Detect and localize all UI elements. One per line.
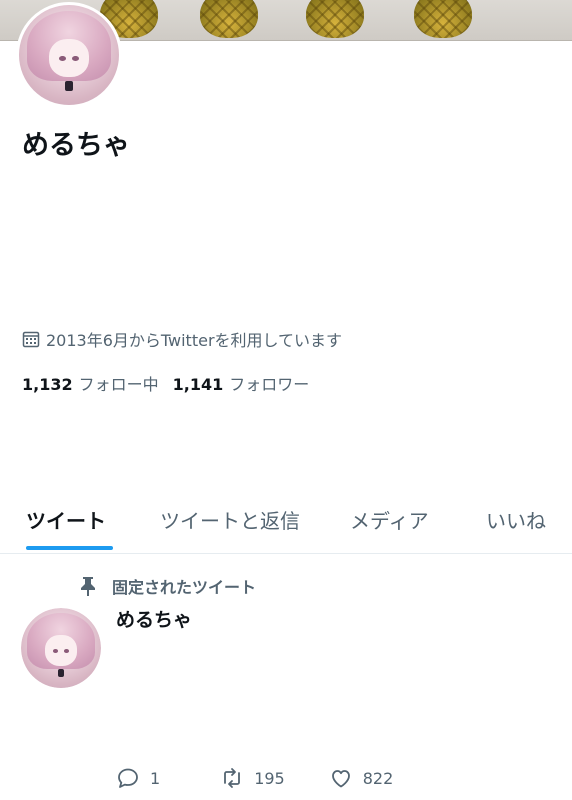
profile-tabs: ツイート ツイートと返信 メディア いいね	[0, 495, 572, 554]
reply-count: 1	[150, 768, 161, 788]
banner-pineapple	[200, 0, 258, 38]
banner-pineapple	[414, 0, 472, 38]
following-count: 1,132	[22, 375, 73, 394]
retweet-icon	[224, 768, 241, 788]
avatar-illustration	[21, 608, 101, 688]
tweet-author-name[interactable]: めるちゃ	[116, 605, 192, 632]
tweet-actions: 1 195 822	[116, 766, 393, 790]
followers-label: フォロワー	[229, 375, 310, 394]
join-date-text: 2013年6月からTwitterを利用しています	[46, 331, 343, 350]
avatar-illustration	[19, 5, 119, 105]
tweet-author-avatar[interactable]	[21, 608, 101, 688]
tab-tweets[interactable]: ツイート	[26, 505, 106, 534]
retweet-count: 195	[254, 768, 285, 788]
followers-count: 1,141	[172, 375, 224, 394]
retweet-button[interactable]: 195	[220, 766, 285, 790]
following-link[interactable]: 1,132 フォロー中	[22, 371, 159, 395]
profile-avatar[interactable]	[16, 2, 122, 108]
calendar-icon	[22, 331, 40, 348]
tab-tweets-and-replies[interactable]: ツイートと返信	[160, 505, 300, 534]
profile-display-name: めるちゃ	[22, 130, 130, 161]
follow-stats: 1,132 フォロー中 1,141 フォロワー	[22, 371, 309, 395]
pinned-tweet-label: 固定されたツイート	[112, 578, 257, 597]
pinned-tweet-header: 固定されたツイート	[78, 574, 256, 598]
pin-icon	[81, 577, 95, 596]
active-tab-indicator	[26, 546, 113, 550]
following-label: フォロー中	[78, 375, 159, 394]
like-count: 822	[362, 768, 394, 788]
heart-icon	[331, 770, 350, 788]
reply-icon	[118, 768, 138, 788]
like-button[interactable]: 822	[329, 766, 394, 790]
join-date: 2013年6月からTwitterを利用しています	[22, 327, 342, 351]
banner-pineapple	[306, 0, 364, 38]
followers-link[interactable]: 1,141 フォロワー	[173, 371, 310, 395]
tab-likes[interactable]: いいね	[486, 505, 546, 534]
tab-media[interactable]: メディア	[350, 505, 429, 534]
reply-button[interactable]: 1	[116, 766, 160, 790]
